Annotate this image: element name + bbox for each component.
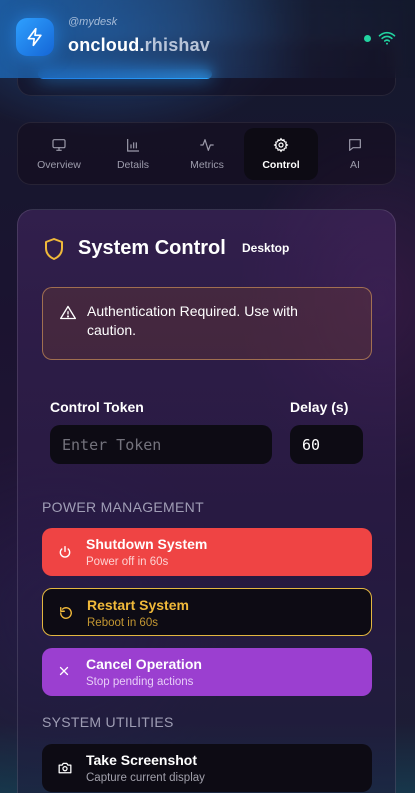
card-title: System Control [78, 237, 226, 259]
tab-metrics[interactable]: Metrics [170, 128, 244, 180]
shutdown-title: Shutdown System [86, 536, 208, 552]
camera-icon [58, 762, 72, 774]
tab-label: AI [350, 159, 360, 171]
tab-control[interactable]: Control [244, 128, 318, 180]
mode-badge: Desktop [242, 241, 290, 255]
tab-label: Control [262, 159, 300, 171]
close-icon [59, 666, 69, 676]
shutdown-button[interactable]: Shutdown System Power off in 60s [42, 528, 372, 576]
username: @mydesk [68, 16, 118, 28]
delay-input[interactable] [290, 425, 363, 464]
tab-bar: Overview Details Metrics Control AI [17, 122, 396, 185]
cancel-subtitle: Stop pending actions [86, 676, 194, 688]
monitor-icon [52, 139, 66, 151]
hostname-main: oncloud. [68, 35, 145, 55]
online-status-dot [364, 35, 371, 42]
utilities-heading: SYSTEM UTILITIES [42, 714, 174, 730]
tab-overview[interactable]: Overview [22, 128, 96, 180]
tab-label: Details [116, 159, 150, 171]
tab-label: Metrics [190, 159, 224, 171]
restart-title: Restart System [87, 597, 189, 613]
system-control-card: System Control Desktop Authentication Re… [17, 209, 396, 793]
restart-icon [60, 607, 72, 619]
activity-icon [200, 139, 214, 151]
tab-label: Overview [37, 159, 81, 171]
app-header: @mydesk oncloud.rhishav [0, 0, 415, 78]
warning-icon [60, 305, 76, 320]
cancel-title: Cancel Operation [86, 656, 202, 672]
hostname-domain: rhishav [144, 35, 211, 55]
screenshot-button[interactable]: Take Screenshot Capture current display [42, 744, 372, 792]
gear-icon [273, 137, 289, 153]
token-input[interactable] [50, 425, 272, 464]
tab-details[interactable]: Details [96, 128, 170, 180]
power-icon [59, 546, 71, 558]
restart-button[interactable]: Restart System Reboot in 60s [42, 588, 372, 636]
shutdown-subtitle: Power off in 60s [86, 556, 169, 568]
bolt-icon[interactable] [16, 18, 54, 56]
token-label: Control Token [50, 399, 144, 415]
cancel-operation-button[interactable]: Cancel Operation Stop pending actions [42, 648, 372, 696]
wifi-icon [378, 31, 396, 45]
hostname: oncloud.rhishav [68, 35, 210, 56]
alert-text: Authentication Required. Use with cautio… [87, 303, 298, 338]
delay-label: Delay (s) [290, 399, 349, 415]
restart-subtitle: Reboot in 60s [87, 617, 158, 629]
screenshot-subtitle: Capture current display [86, 772, 205, 784]
screenshot-title: Take Screenshot [86, 752, 198, 768]
auth-alert: Authentication Required. Use with cautio… [42, 287, 372, 360]
tab-ai[interactable]: AI [318, 128, 392, 180]
shield-icon [45, 238, 63, 260]
power-heading: POWER MANAGEMENT [42, 499, 204, 515]
bar-chart-icon [127, 139, 139, 152]
chat-icon [349, 139, 361, 151]
